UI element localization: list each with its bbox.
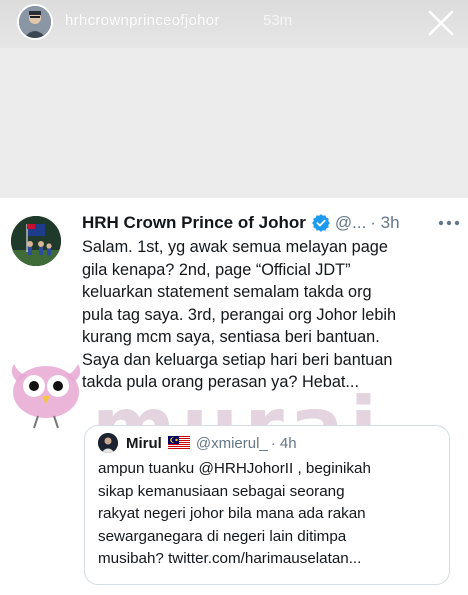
story-timestamp: 53m [263,12,293,29]
quoted-tweet-text-line: sewarganegara di negeri lain ditimpa [98,527,347,545]
tweet-text-line: keluarkan statement semalam takda org [82,283,372,301]
tweet-text: Salam. 1st, yg awak semua melayan page g… [82,236,452,394]
quoted-tweet-avatar[interactable] [98,433,118,453]
quoted-tweet-text-line: rakyat negeri johor bila mana ada rakan [98,505,366,523]
tweet-author-row: HRH Crown Prince of Johor @... · 3h [82,212,400,234]
story-username[interactable]: hrhcrownprinceofjohor [65,12,220,29]
quoted-tweet-text-line: sikap kemanusiaan sebagai seorang [98,482,345,500]
profile-photo-icon [19,6,51,38]
quoted-tweet-text-line: ampun tuanku @HRHJohorII , beginikah [98,460,371,477]
close-icon [428,10,454,36]
quoted-tweet-text: ampun tuanku @HRHJohorII , beginikah sik… [98,458,443,571]
tweet-avatar[interactable] [11,216,61,266]
tweet-text-line: kurang mcm saya, sentiasa beri bantuan. [82,328,380,346]
story-avatar[interactable] [17,4,53,40]
quoted-tweet-text-line: musibah? twitter.com/harimauselatan... [98,550,362,568]
tweet-author-handle[interactable]: @... [335,213,366,233]
close-button[interactable] [420,4,462,42]
profile-photo-icon [98,433,118,453]
profile-photo-icon [11,216,61,266]
tweet-text-line: Saya dan keluarga setiap hari beri bantu… [82,350,393,369]
quoted-tweet-timestamp[interactable]: · 4h [271,435,297,452]
quoted-tweet-author-handle[interactable]: @xmierul_ [196,435,268,452]
verified-badge-icon [312,214,330,232]
quoted-tweet-author-name[interactable]: Mirul [126,435,162,452]
malaysia-flag-icon [167,436,190,450]
tweet-timestamp[interactable]: · 3h [370,213,399,233]
quoted-tweet-author-row: Mirul @xmierul_ · 4h [98,432,297,454]
tweet-text-line: pula tag saya. 3rd, perangai org Johor l… [82,305,397,324]
tweet-text-line: Salam. 1st, yg awak semua melayan page [82,238,388,256]
quoted-tweet[interactable]: Mirul @xmierul_ · 4h ampun tuanku @HRHJo… [84,425,450,585]
more-options-icon[interactable] [437,214,461,232]
tweet-author-name[interactable]: HRH Crown Prince of Johor [82,213,306,233]
tweet-text-line: gila kenapa? 2nd, page “Official JDT” [82,260,351,279]
owl-mascot-icon [11,364,81,429]
story-header: hrhcrownprinceofjohor 53m [0,0,468,48]
tweet-text-line: takda pula orang perasan ya? Hebat... [82,373,359,391]
